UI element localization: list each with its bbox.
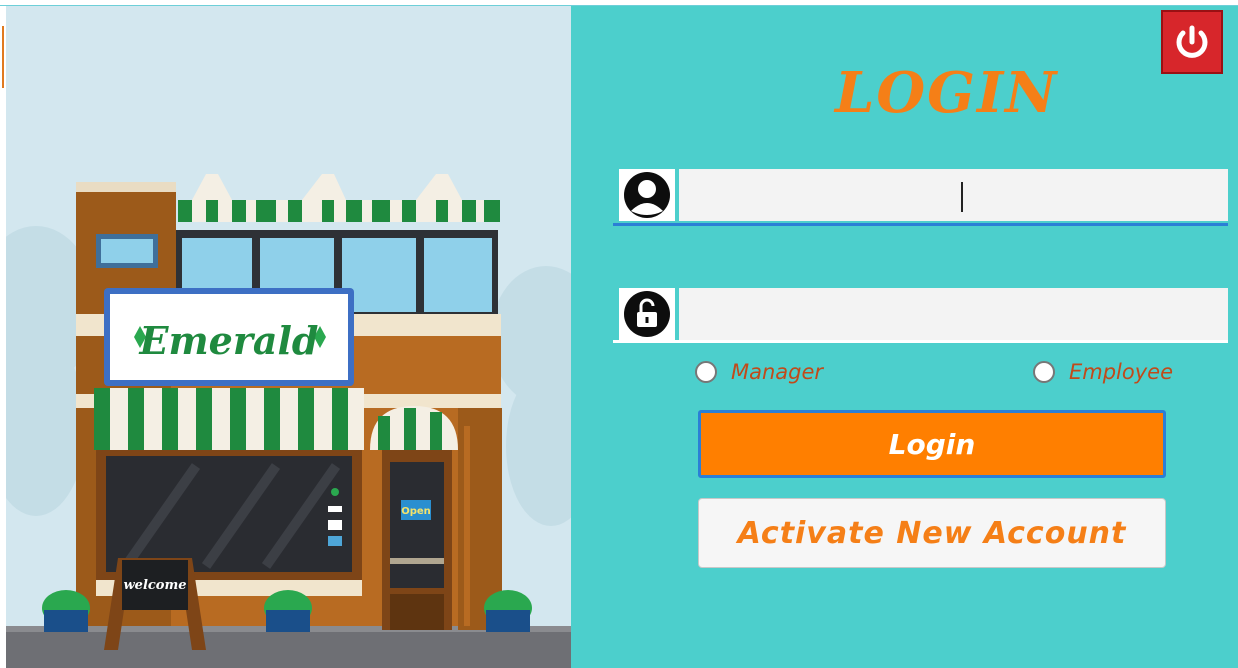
unlock-icon <box>624 291 670 337</box>
employee-label: Employee <box>1069 360 1174 384</box>
activate-account-button[interactable]: Activate New Account <box>698 498 1166 568</box>
door-open-sign: Open <box>401 506 431 517</box>
username-row <box>613 169 1228 226</box>
password-underline <box>613 340 1228 343</box>
role-employee[interactable]: Employee <box>1033 360 1173 384</box>
lock-icon-box <box>619 288 675 340</box>
text-cursor <box>961 182 963 212</box>
username-underline <box>613 223 1228 226</box>
password-input[interactable] <box>679 288 1228 340</box>
login-button[interactable]: Login <box>698 410 1166 478</box>
storefront-illustration: Emerald Open welcome <box>6 6 571 668</box>
storefront-svg: Emerald Open welcome <box>6 174 571 668</box>
power-icon <box>1176 25 1208 58</box>
edge-marker <box>2 26 4 88</box>
chalkboard-text: welcome <box>123 578 186 593</box>
role-manager[interactable]: Manager <box>695 360 823 384</box>
manager-label: Manager <box>731 360 824 384</box>
login-panel: LOGIN Manager Employee Login Activate Ne… <box>571 6 1238 668</box>
login-window: Emerald Open welcome LOGIN Manager Emplo… <box>0 0 1238 668</box>
employee-radio[interactable] <box>1033 361 1055 383</box>
power-button[interactable] <box>1161 10 1223 74</box>
password-row <box>613 288 1228 343</box>
user-icon <box>624 172 670 218</box>
user-icon-box <box>619 169 675 221</box>
shop-sign-text: Emerald <box>139 318 319 363</box>
login-title: LOGIN <box>835 60 1059 126</box>
manager-radio[interactable] <box>695 361 717 383</box>
username-input[interactable] <box>679 169 1228 221</box>
